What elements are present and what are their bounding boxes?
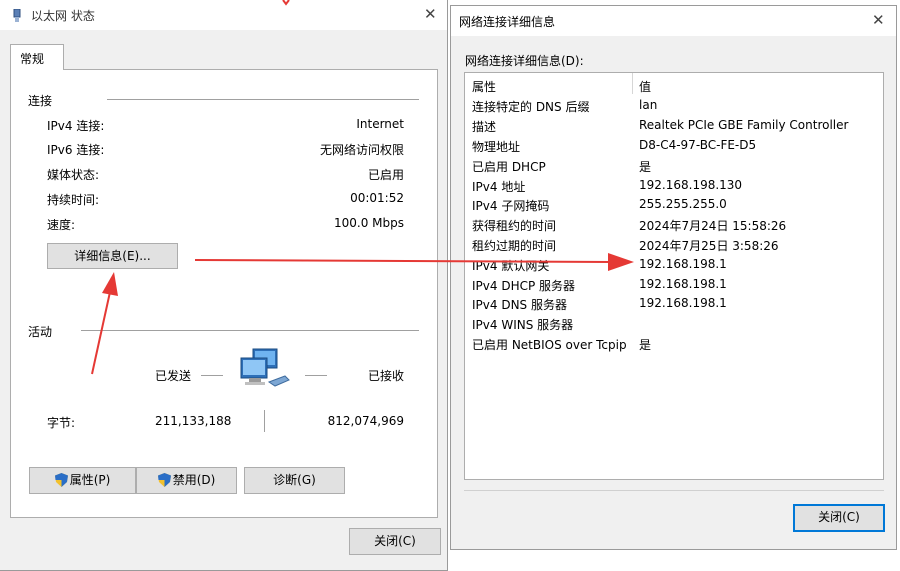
row-property: IPv4 默认网关 xyxy=(472,259,550,273)
row-value: D8-C4-97-BC-FE-D5 xyxy=(639,138,757,152)
screenshot: 以太网 状态 ✕ 常规 连接 IPv4 连接: Internet IPv6 连接… xyxy=(0,0,900,571)
speed-label: 速度: xyxy=(47,218,76,232)
bytes-separator xyxy=(264,410,265,432)
ethernet-status-title: 以太网 状态 xyxy=(31,9,95,23)
ethernet-status-titlebar: 以太网 状态 ✕ xyxy=(0,0,447,30)
row-value: 192.168.198.130 xyxy=(639,178,743,192)
row-value: 192.168.198.1 xyxy=(639,257,727,271)
row-property: IPv4 WINS 服务器 xyxy=(472,318,574,332)
close-icon[interactable]: ✕ xyxy=(872,12,885,28)
row-value: Realtek PCIe GBE Family Controller xyxy=(639,118,849,132)
details-list-label: 网络连接详细信息(D): xyxy=(465,54,584,68)
activity-divider xyxy=(81,330,419,331)
received-line xyxy=(305,375,327,376)
bytes-received-value: 812,074,969 xyxy=(327,414,404,428)
row-property: 连接特定的 DNS 后缀 xyxy=(472,100,590,114)
network-details-title: 网络连接详细信息 xyxy=(459,15,556,29)
connection-section-heading: 连接 xyxy=(28,94,53,108)
disable-button-label: 禁用(D) xyxy=(172,473,216,487)
network-adapter-icon xyxy=(12,8,22,23)
ipv6-connection-label: IPv6 连接: xyxy=(47,143,105,157)
row-property: 已启用 NetBIOS over Tcpip xyxy=(472,338,627,352)
connection-divider xyxy=(107,99,419,100)
row-value: 2024年7月24日 15:58:26 xyxy=(639,219,787,233)
details-close-button[interactable]: 关闭(C) xyxy=(793,504,885,532)
row-value: 192.168.198.1 xyxy=(639,296,727,310)
received-label: 已接收 xyxy=(367,369,404,383)
column-header-property[interactable]: 属性 xyxy=(472,78,496,95)
activity-section-heading: 活动 xyxy=(28,325,53,339)
row-property: IPv4 地址 xyxy=(472,180,526,194)
row-value: lan xyxy=(639,98,658,112)
properties-button[interactable]: 属性(P) xyxy=(29,467,136,494)
ipv4-connection-label: IPv4 连接: xyxy=(47,119,105,133)
sent-label: 已发送 xyxy=(155,369,192,383)
ethernet-close-button[interactable]: 关闭(C) xyxy=(349,528,441,555)
duration-label: 持续时间: xyxy=(47,193,100,207)
sent-line xyxy=(201,375,223,376)
row-value: 是 xyxy=(639,338,652,352)
footer-divider xyxy=(464,490,884,491)
ethernet-status-dialog: 以太网 状态 ✕ 常规 连接 IPv4 连接: Internet IPv6 连接… xyxy=(0,0,448,571)
tab-general[interactable]: 常规 xyxy=(10,44,64,70)
close-icon[interactable]: ✕ xyxy=(424,6,437,22)
row-property: IPv4 子网掩码 xyxy=(472,199,550,213)
column-divider xyxy=(632,73,633,94)
duration-value: 00:01:52 xyxy=(350,191,404,205)
tab-general-label: 常规 xyxy=(20,52,45,66)
media-state-label: 媒体状态: xyxy=(47,168,100,182)
row-property: 获得租约的时间 xyxy=(472,219,557,233)
details-button[interactable]: 详细信息(E)... xyxy=(47,243,178,269)
details-list[interactable]: 属性 值 连接特定的 DNS 后缀 lan 描述 Realtek PCIe GB… xyxy=(464,72,884,480)
general-tab-panel: 连接 IPv4 连接: Internet IPv6 连接: 无网络访问权限 媒体… xyxy=(10,69,438,518)
row-property: IPv4 DHCP 服务器 xyxy=(472,279,576,293)
bytes-sent-value: 211,133,188 xyxy=(155,414,232,428)
computers-icon xyxy=(239,348,291,390)
row-property: 描述 xyxy=(472,120,497,134)
ipv4-connection-value: Internet xyxy=(356,117,404,131)
network-details-dialog: 网络连接详细信息 ✕ 网络连接详细信息(D): 属性 值 连接特定的 DNS 后… xyxy=(450,5,897,550)
column-header-value[interactable]: 值 xyxy=(639,78,651,95)
row-property: 已启用 DHCP xyxy=(472,160,546,174)
row-property: 租约过期的时间 xyxy=(472,239,557,253)
row-value: 是 xyxy=(639,160,652,174)
row-property: IPv4 DNS 服务器 xyxy=(472,298,567,312)
shield-icon xyxy=(157,471,171,487)
network-details-titlebar: 网络连接详细信息 ✕ xyxy=(451,6,896,36)
ipv6-connection-value: 无网络访问权限 xyxy=(319,143,404,157)
row-value: 2024年7月25日 3:58:26 xyxy=(639,239,779,253)
speed-value: 100.0 Mbps xyxy=(333,216,404,230)
row-value: 255.255.255.0 xyxy=(639,197,727,211)
media-state-value: 已启用 xyxy=(367,168,404,182)
bytes-label: 字节: xyxy=(47,416,76,430)
row-property: 物理地址 xyxy=(472,140,521,154)
shield-icon xyxy=(54,471,68,487)
row-value: 192.168.198.1 xyxy=(639,277,727,291)
diagnose-button[interactable]: 诊断(G) xyxy=(244,467,345,494)
properties-button-label: 属性(P) xyxy=(69,473,111,487)
disable-button[interactable]: 禁用(D) xyxy=(136,467,237,494)
